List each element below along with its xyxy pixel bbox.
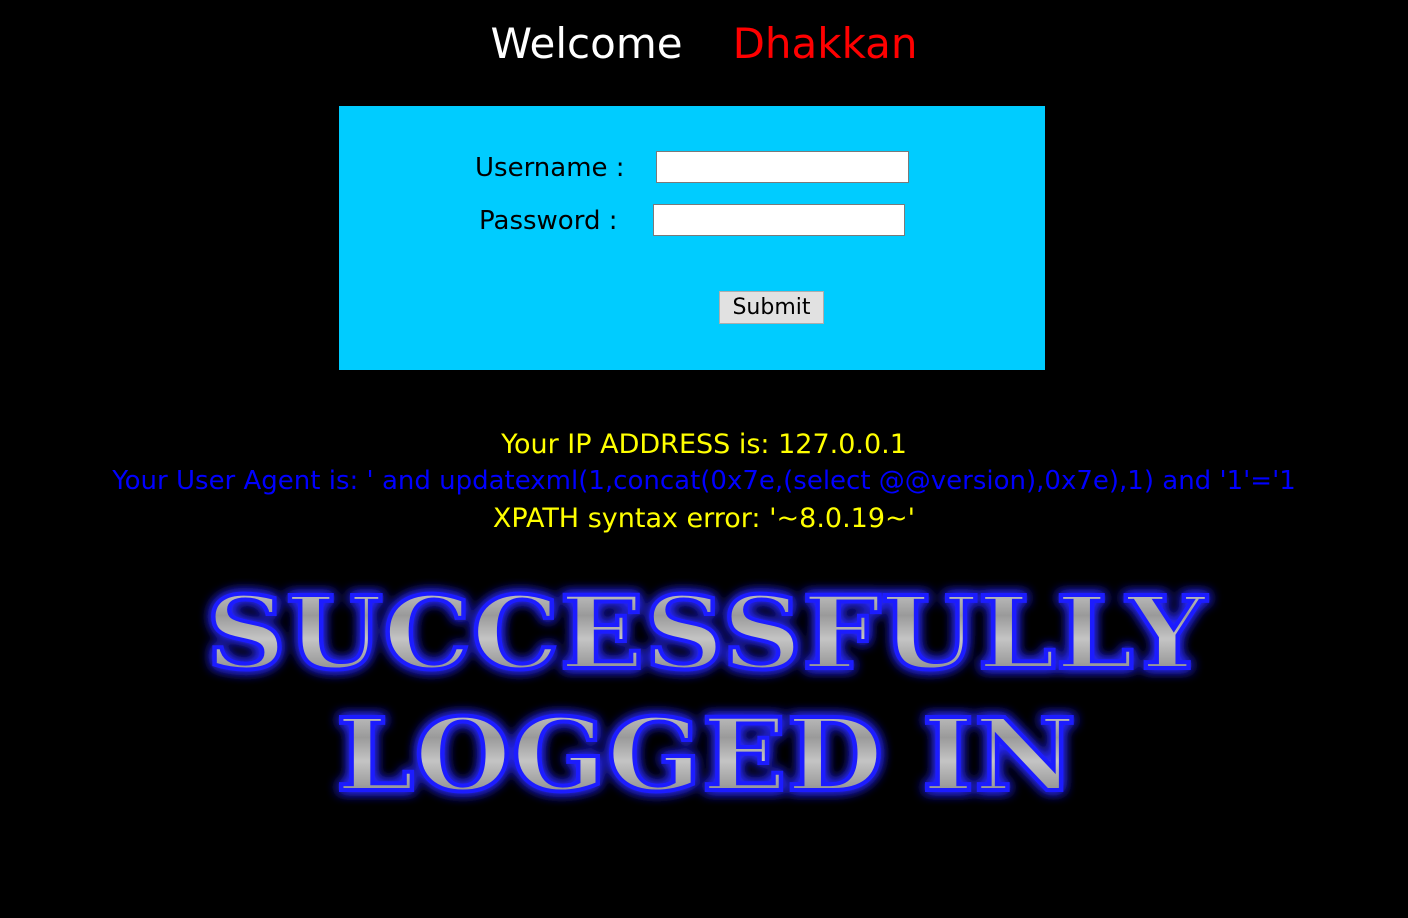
banner-line-2: LOGGED IN [336, 696, 1076, 808]
welcome-text: Welcome [490, 19, 683, 68]
username-label: Username : [475, 153, 625, 183]
banner-line-1: SUCCESSFULLY [206, 578, 1208, 692]
login-form: Username : Password : Submit [339, 106, 1045, 370]
success-logged-in-banner: SUCCESSFULLY LOGGED IN [204, 578, 1210, 808]
submit-button[interactable]: Submit [719, 291, 824, 324]
page: Welcome Dhakkan Username : Password : Sub… [0, 0, 1408, 918]
xpath-error-text: XPATH syntax error: '~8.0.19~' [492, 503, 916, 534]
username-input[interactable] [656, 151, 909, 183]
user-name: Dhakkan [732, 19, 918, 68]
welcome-heading: Welcome Dhakkan [0, 16, 1408, 72]
password-input[interactable] [653, 204, 905, 236]
ip-address-text: Your IP ADDRESS is: 127.0.0.1 [501, 429, 907, 460]
user-agent-text: Your User Agent is: ' and updatexml(1,co… [112, 466, 1296, 496]
password-label: Password : [479, 206, 618, 236]
